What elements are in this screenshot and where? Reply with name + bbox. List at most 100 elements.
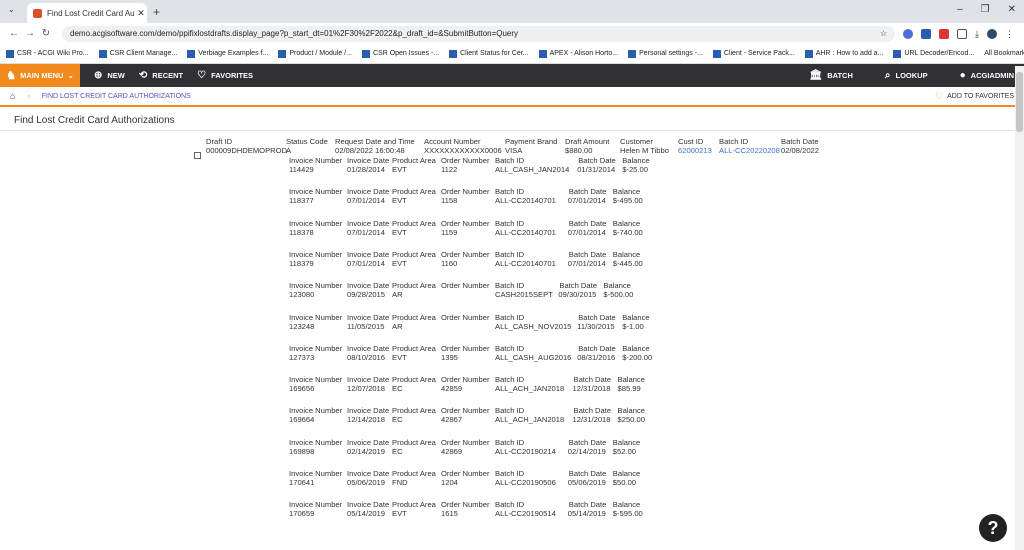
all-bookmarks-button[interactable]: All Bookmarks	[984, 50, 1024, 57]
invoice-header: Product Area	[392, 249, 436, 259]
draft-value[interactable]: 62000213	[678, 146, 712, 155]
invoice-header: Order Number	[441, 312, 490, 322]
invoice-header: Order Number	[441, 437, 490, 447]
invoice-cell: 07/01/2014	[567, 196, 606, 206]
draft-header: Request Date and Time	[335, 137, 415, 146]
invoice-cell: $-500.00	[603, 290, 634, 300]
invoice-header: Invoice Date	[347, 406, 390, 416]
reload-icon[interactable]: ↻	[38, 28, 54, 39]
minimize-icon[interactable]: –	[957, 4, 963, 15]
extensions-icon[interactable]	[957, 28, 968, 39]
new-button[interactable]: ⊕ NEW	[94, 70, 125, 81]
invoice-cell: 1122	[441, 165, 458, 174]
invoice-header: Invoice Number	[289, 312, 343, 322]
invoice-cell: 42859	[441, 384, 463, 394]
invoice-cell: ALL-CC20140701	[495, 227, 556, 237]
invoice-cell: EVT	[392, 165, 407, 174]
close-window-icon[interactable]: ✕	[1008, 4, 1016, 15]
invoice-header: Invoice Number	[289, 437, 343, 447]
browser-tabstrip: ⌄ Find Lost Credit Card Authoriza ✕ + – …	[0, 0, 1024, 23]
bookmark-star-icon[interactable]: ☆	[880, 29, 887, 38]
user-icon: ●	[959, 70, 966, 81]
page-scrollbar[interactable]	[1015, 66, 1024, 550]
draft-value: 02/08/2022 16:00:48	[335, 146, 405, 155]
page-title: Find Lost Credit Card Authorizations	[0, 107, 1024, 131]
bookmark-item[interactable]: Personal settings -...	[628, 49, 703, 58]
new-tab-icon[interactable]: +	[153, 5, 160, 19]
extension-2-icon[interactable]	[921, 28, 932, 39]
invoice-cell: 12/31/2018	[572, 415, 611, 425]
help-button[interactable]: ?	[979, 514, 1007, 542]
invoice-header: Balance	[617, 375, 645, 385]
draft-select-checkbox[interactable]	[194, 152, 201, 159]
draft-value: 000009DHDEMOPROD	[206, 146, 288, 155]
bookmark-item[interactable]: AHR : How to add a...	[804, 49, 883, 58]
breadcrumb-current[interactable]: FIND LOST CREDIT CARD AUTHORIZATIONS	[42, 93, 191, 100]
home-icon[interactable]: ⌂	[10, 91, 15, 101]
invoice-header: Batch ID	[495, 187, 525, 197]
add-to-favorites-button[interactable]: ♡ ADD TO FAVORITES	[935, 91, 1014, 102]
heart-icon: ♡	[197, 70, 207, 81]
invoice-header: Batch Date	[568, 187, 607, 197]
invoice-header: Invoice Date	[347, 469, 390, 478]
invoice-cell: $250.00	[617, 415, 645, 425]
invoice-header: Batch ID	[495, 406, 525, 416]
pdf-extension-icon[interactable]	[939, 28, 950, 39]
invoice-cell: $52.00	[612, 446, 637, 456]
restore-icon[interactable]: ❐	[981, 4, 990, 15]
invoice-cell: 09/28/2015	[347, 290, 386, 300]
invoice-header: Invoice Date	[347, 156, 390, 165]
invoice-header: Batch ID	[495, 500, 525, 510]
invoice-cell: AR	[392, 290, 403, 300]
download-icon[interactable]: ⤓	[975, 29, 979, 39]
bookmark-item[interactable]: APEX - Alison Horto...	[538, 49, 618, 58]
url-field[interactable]: demo.acgisoftware.com/demo/ppifixlostdra…	[62, 25, 896, 42]
lookup-button[interactable]: ⌕ LOOKUP	[885, 70, 928, 81]
invoice-cell: 1159	[441, 227, 458, 237]
bookmark-item[interactable]: CSR - ACGI Wiki Pro...	[6, 49, 89, 58]
invoice-cell: 42867	[441, 415, 463, 425]
draft-value: VISA	[505, 146, 523, 155]
batch-button[interactable]: 🏛 BATCH	[810, 70, 853, 81]
draft-value: XXXXXXXXXXXX0006	[424, 146, 502, 155]
invoice-header: Order Number	[441, 375, 490, 385]
main-menu-button[interactable]: ♞ MAIN MENU ⌄	[0, 64, 80, 87]
invoice-header: Balance	[617, 406, 645, 416]
draft-value[interactable]: ALL-CC20220208	[719, 146, 780, 155]
invoice-cell: 170641	[289, 478, 315, 487]
invoice-header: Batch Date	[559, 281, 597, 291]
favorites-button[interactable]: ♡ FAVORITES	[197, 70, 253, 81]
invoice-cell: ALL-CC20140701	[495, 196, 556, 206]
browser-menu-icon[interactable]: ⋮	[1005, 29, 1014, 39]
draft-header: Account Number	[424, 137, 481, 146]
bookmark-item[interactable]: Product / Module /...	[278, 49, 352, 58]
bookmark-item[interactable]: CSR Open Issues -...	[361, 49, 440, 58]
bookmark-item[interactable]: Client - Service Pack...	[712, 49, 795, 58]
invoice-cell: ALL_ACH_JAN2018	[495, 384, 565, 394]
forward-icon[interactable]: →	[22, 28, 38, 39]
tab-search-icon[interactable]: ⌄	[8, 5, 15, 14]
invoice-cell: $-595.00	[612, 509, 643, 519]
invoice-header: Batch ID	[495, 343, 525, 353]
user-menu-button[interactable]: ● ACGIADMIN	[960, 70, 1014, 81]
bookmark-item[interactable]: Client Status for Cer...	[449, 49, 529, 58]
extension-1-icon[interactable]	[903, 28, 914, 39]
invoice-cell: ALL_ACH_JAN2018	[495, 415, 565, 425]
close-tab-icon[interactable]: ✕	[135, 8, 147, 19]
invoice-header: Product Area	[392, 281, 436, 291]
invoice-cell: EVT	[392, 258, 407, 268]
bookmark-item[interactable]: CSR Client Manage...	[98, 49, 177, 58]
recent-button[interactable]: ⟲ RECENT	[139, 70, 183, 81]
invoice-header: Batch Date	[568, 469, 607, 478]
back-icon[interactable]: ←	[6, 28, 22, 39]
bookmarks-bar: CSR - ACGI Wiki Pro... CSR Client Manage.…	[0, 44, 1024, 64]
browser-tab[interactable]: Find Lost Credit Card Authoriza ✕	[27, 3, 147, 23]
scrollbar-thumb[interactable]	[1016, 72, 1023, 132]
bookmark-item[interactable]: URL Decoder/Encod...	[893, 49, 974, 58]
bookmark-label: CSR Open Issues -...	[372, 50, 440, 57]
invoice-cell: ALL_CASH_AUG2016	[495, 352, 572, 362]
invoice-cell: 02/14/2019	[347, 446, 386, 456]
invoice-header: Invoice Date	[347, 312, 390, 322]
bookmark-item[interactable]: Verbiage Examples f...	[187, 49, 268, 58]
profile-avatar[interactable]	[987, 28, 997, 39]
